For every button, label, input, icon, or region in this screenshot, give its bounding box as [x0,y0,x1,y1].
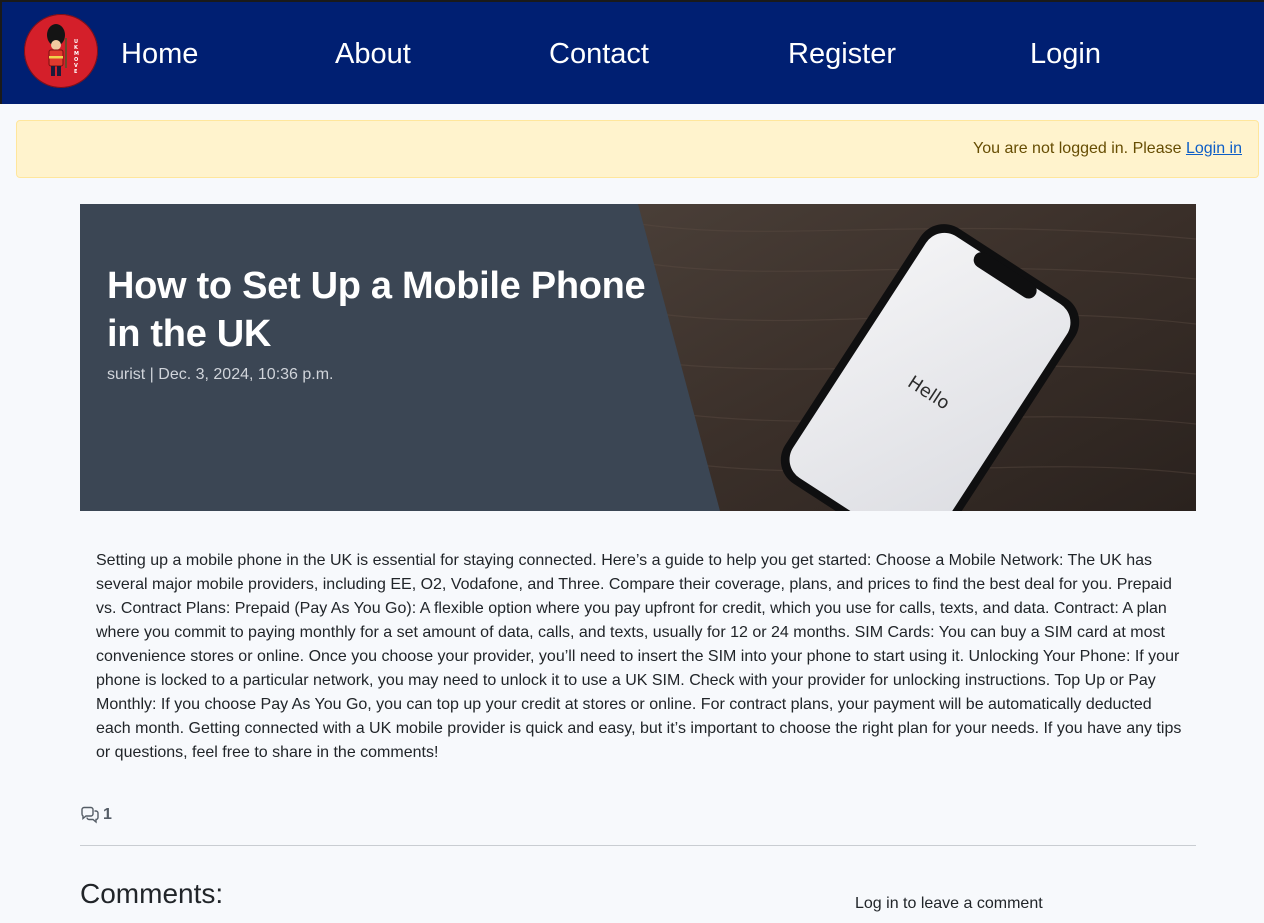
post-title: How to Set Up a Mobile Phone in the UK [107,265,646,355]
navbar: U K M O V E Home About Contact Register … [0,0,1264,104]
login-to-comment-prompt: Log in to leave a comment [855,895,1043,912]
nav-login[interactable]: Login [1030,34,1101,74]
comment-count-value: 1 [103,806,112,823]
alert-login-link[interactable]: Login in [1186,140,1242,157]
nav-register[interactable]: Register [788,34,896,74]
comments-icon [81,806,99,824]
login-alert: You are not logged in. Please Login in [16,120,1259,178]
nav-about[interactable]: About [335,34,411,74]
site-logo[interactable]: U K M O V E [24,14,98,88]
post-hero: Hello How to Set Up a Mobile Phone in th… [80,204,1196,511]
divider [80,845,1196,846]
nav-contact[interactable]: Contact [549,34,649,74]
nav-home[interactable]: Home [121,34,198,74]
comments-heading: Comments: [80,878,224,909]
alert-message: You are not logged in. Please [973,140,1182,157]
post-body: Setting up a mobile phone in the UK is e… [96,552,1182,761]
guard-logo-icon: U K M O V E [25,15,97,87]
post-meta: surist | Dec. 3, 2024, 10:36 p.m. [107,366,334,383]
logo-letter: E [74,69,78,75]
comment-count: 1 [80,806,112,824]
